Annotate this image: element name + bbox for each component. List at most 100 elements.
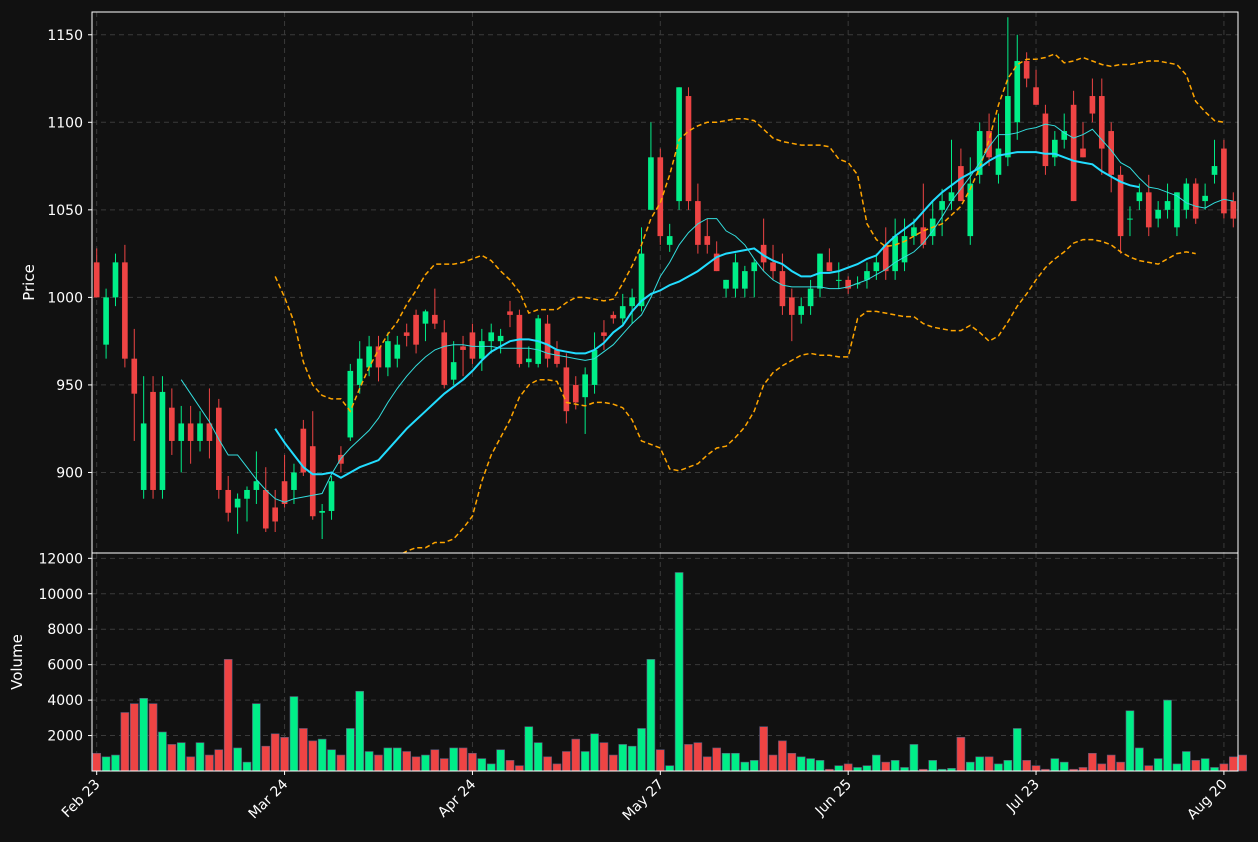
volume-bar: [571, 738, 581, 772]
price-axis-title: Price: [20, 264, 38, 301]
volume-bar: [1229, 756, 1238, 772]
volume-bar: [383, 747, 393, 772]
candle-body: [770, 262, 776, 272]
candle-body: [648, 157, 654, 210]
candle-body: [309, 446, 316, 517]
volume-bar: [317, 738, 327, 772]
volume-bar: [721, 752, 731, 772]
volume-bar: [806, 758, 815, 772]
candle-body: [432, 314, 438, 324]
volume-bar: [1219, 763, 1229, 772]
volume-bar: [308, 740, 318, 772]
candle-body: [272, 507, 278, 522]
candle-body: [657, 157, 664, 237]
volume-bar: [702, 756, 712, 772]
volume-bar: [627, 745, 637, 772]
volume-bar: [1153, 758, 1163, 772]
volume-bar: [1106, 754, 1116, 772]
volume-bar: [684, 744, 693, 772]
volume-bar: [280, 737, 289, 772]
candle-body: [122, 262, 128, 359]
volume-bar: [261, 745, 271, 772]
volume-bar: [637, 728, 646, 772]
volume-bar: [890, 760, 900, 772]
candle-body: [788, 297, 795, 315]
candle-body: [1145, 192, 1152, 228]
candle-body: [685, 96, 692, 202]
candle-body: [676, 87, 682, 202]
volume-bar: [872, 754, 881, 772]
volume-bar: [1210, 767, 1219, 772]
volume-bar: [1144, 765, 1154, 772]
volume-bar: [1135, 747, 1144, 772]
volume-bar: [167, 744, 177, 772]
candle-body: [140, 423, 147, 490]
volume-bar: [449, 747, 458, 772]
candle-body: [610, 314, 617, 319]
volume-bar: [346, 728, 355, 772]
candle-body: [563, 367, 570, 412]
volume-bar: [787, 752, 797, 772]
candle-body: [1042, 113, 1049, 167]
candle-body: [1098, 96, 1105, 149]
volume-bar: [186, 756, 195, 772]
volume-bar: [402, 751, 411, 772]
candle-body: [911, 227, 917, 237]
volume-bar: [233, 747, 242, 772]
volume-bar: [693, 742, 703, 772]
volume-bar: [223, 659, 233, 772]
candle-body: [403, 332, 410, 336]
candle-body: [291, 472, 297, 490]
candle-body: [469, 332, 476, 359]
candle-body: [1136, 192, 1143, 202]
volume-bar: [205, 754, 214, 772]
candle-body: [460, 346, 466, 350]
candle-body: [215, 407, 222, 490]
volume-bar: [1163, 699, 1172, 772]
volume-bar: [975, 756, 984, 772]
volume-bar: [111, 754, 120, 772]
candle-body: [601, 332, 607, 336]
candle-body: [488, 332, 495, 342]
candle-body: [159, 391, 166, 490]
candle-body: [1230, 201, 1237, 219]
candle-body: [450, 362, 457, 380]
candle-body: [704, 236, 711, 245]
volume-bar: [496, 749, 505, 772]
candle-body: [554, 349, 560, 364]
volume-bar: [533, 742, 543, 772]
volume-bar: [129, 703, 139, 772]
volume-bar: [543, 756, 552, 772]
volume-bar: [665, 765, 674, 772]
volume-bar: [176, 742, 186, 772]
candle-body: [169, 407, 175, 441]
candle-body: [1089, 96, 1096, 114]
volume-bar: [815, 760, 825, 772]
volume-axis-title: Volume: [8, 634, 26, 690]
candle-body: [93, 262, 100, 298]
candle-body: [751, 262, 758, 272]
candle-body: [1155, 209, 1161, 219]
volume-bar: [834, 765, 844, 772]
volume-bar: [618, 744, 628, 772]
volume-bar: [1059, 761, 1069, 772]
candle-body: [385, 341, 391, 368]
candle-body: [1014, 61, 1021, 123]
candle-body: [347, 370, 354, 438]
volume-bar: [656, 749, 665, 772]
volume-bar: [1238, 754, 1247, 772]
volume-tick-label: 10000: [38, 587, 83, 603]
volume-bar: [289, 696, 299, 772]
candle-body: [525, 358, 532, 363]
volume-tick-label: 12000: [38, 551, 83, 567]
price-tick-label: 950: [56, 378, 83, 394]
volume-bar: [505, 760, 515, 772]
candle-body: [1005, 96, 1011, 158]
volume-bar: [881, 761, 891, 772]
volume-bar: [1116, 761, 1125, 772]
volume-bar: [477, 758, 487, 772]
volume-bar: [1200, 758, 1210, 772]
candle-body: [1221, 148, 1227, 214]
candle-body: [375, 346, 382, 368]
candle-body: [967, 183, 974, 237]
